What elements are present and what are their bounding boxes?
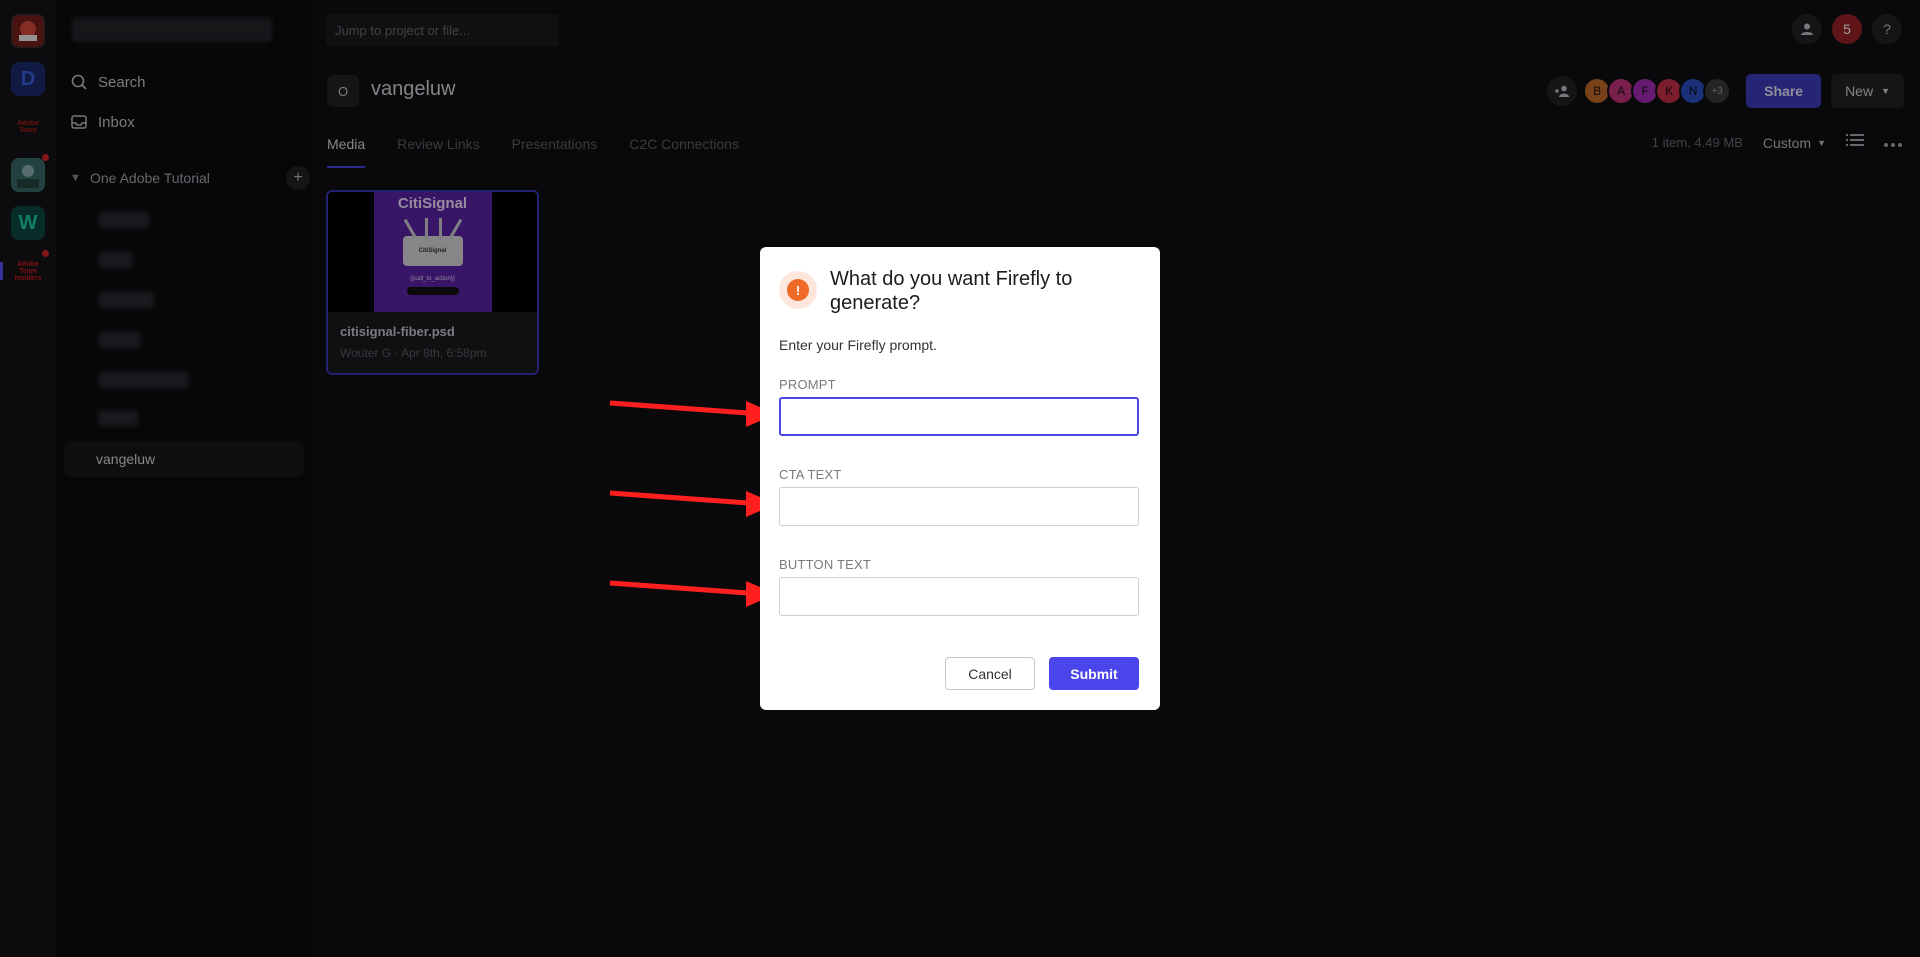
dialog-description: Enter your Firefly prompt. [779,337,937,353]
annotation-arrow [609,400,776,427]
prompt-label: PROMPT [779,377,836,392]
prompt-input[interactable] [779,397,1139,436]
button-text-input[interactable] [779,577,1139,616]
firefly-prompt-dialog: ! What do you want Firefly to generate? … [760,247,1160,710]
alert-icon: ! [779,271,817,309]
cta-text-label: CTA TEXT [779,467,842,482]
submit-button[interactable]: Submit [1049,657,1139,690]
dialog-title: What do you want Firefly to generate? [830,268,1073,314]
cancel-button[interactable]: Cancel [945,657,1035,690]
annotation-arrow [609,490,776,517]
annotation-arrow [609,580,776,607]
button-text-label: BUTTON TEXT [779,557,872,572]
cta-text-input[interactable] [779,487,1139,526]
